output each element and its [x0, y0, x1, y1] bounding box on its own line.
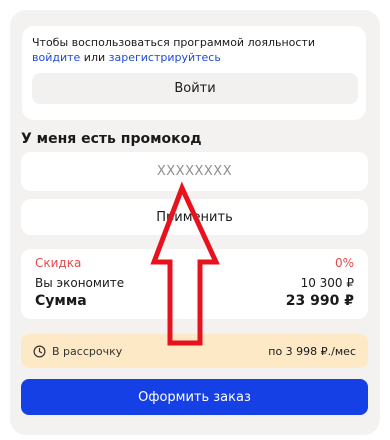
total-label: Сумма — [35, 293, 87, 309]
promo-title: У меня есть промокод — [21, 131, 202, 147]
discount-label: Скидка — [35, 256, 82, 270]
loyalty-text-prefix: Чтобы воспользоваться программой лояльно… — [32, 36, 315, 49]
login-button[interactable]: Войти — [32, 73, 358, 104]
installment-label: В рассрочку — [52, 344, 123, 358]
installment-left: В рассрочку — [33, 345, 122, 358]
apply-promo-button[interactable]: Применить — [21, 199, 368, 235]
place-order-button[interactable]: Оформить заказ — [21, 379, 368, 415]
login-link[interactable]: войдите — [32, 51, 80, 64]
discount-value: 0% — [334, 256, 354, 270]
savings-value: 10 300 ₽ — [300, 276, 354, 290]
register-link[interactable]: зарегистрируйтесь — [109, 51, 221, 64]
loyalty-text-or: или — [80, 51, 109, 64]
clock-icon — [33, 345, 46, 357]
loyalty-login-text: Чтобы воспользоваться программой лояльно… — [32, 35, 358, 65]
discount-row: Скидка 0% — [35, 256, 354, 270]
promo-code-input[interactable] — [21, 152, 368, 191]
total-row: Сумма 23 990 ₽ — [35, 293, 354, 309]
order-summary: Скидка 0% Вы экономите 10 300 ₽ Сумма 23… — [21, 249, 368, 319]
total-value: 23 990 ₽ — [285, 293, 354, 309]
savings-label: Вы экономите — [35, 276, 125, 290]
loyalty-login-card: Чтобы воспользоваться программой лояльно… — [22, 26, 366, 120]
savings-row: Вы экономите 10 300 ₽ — [35, 276, 354, 290]
installment-banner[interactable]: В рассрочку по 3 998 ₽./мес — [21, 334, 368, 368]
installment-value: по 3 998 ₽./мес — [268, 344, 356, 358]
